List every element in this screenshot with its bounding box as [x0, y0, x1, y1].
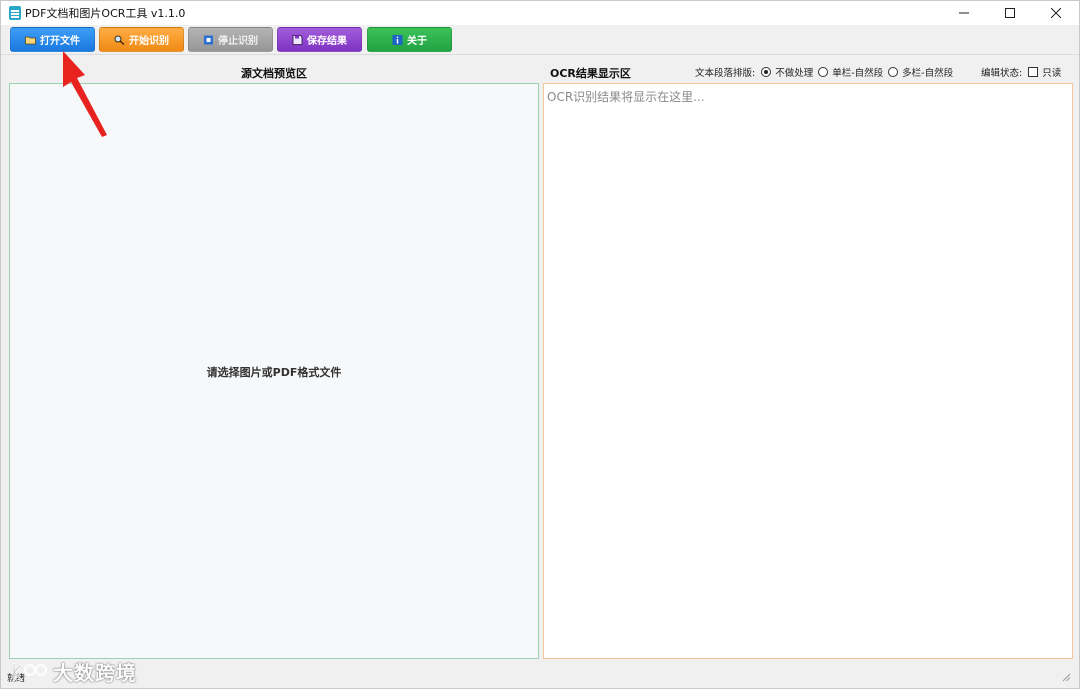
maximize-icon: [1005, 8, 1015, 18]
toolbar: 打开文件 开始识别 停止识别 保存结果 关于: [1, 25, 1079, 55]
folder-icon: [25, 36, 36, 44]
save-result-label: 保存结果: [307, 36, 347, 47]
layout-label: 文本段落排版:: [695, 68, 756, 79]
stop-recognition-label: 停止识别: [218, 36, 258, 47]
layout-radio-multi[interactable]: 多栏-自然段: [888, 65, 953, 79]
annotation-arrow-icon: [63, 51, 107, 137]
layout-options: 文本段落排版: 不做处理 单栏-自然段 多栏-自然段: [695, 65, 958, 79]
open-file-label: 打开文件: [40, 36, 80, 47]
about-label: 关于: [407, 36, 427, 47]
readonly-label[interactable]: 只读: [1042, 65, 1061, 79]
maximize-button[interactable]: [987, 1, 1033, 25]
magnifier-icon: [114, 35, 125, 45]
resize-grip-icon[interactable]: [1061, 672, 1071, 682]
radio-icon: [888, 67, 899, 77]
start-recognition-label: 开始识别: [129, 36, 169, 47]
layout-radio-single[interactable]: 单栏-自然段: [818, 65, 883, 79]
radio-selected-icon: [761, 67, 772, 77]
minimize-icon: [959, 12, 969, 14]
watermark: 大数跨境: [11, 657, 137, 686]
info-icon: [392, 34, 403, 45]
stop-recognition-button[interactable]: 停止识别: [188, 27, 273, 52]
save-icon: [292, 34, 303, 45]
save-result-button[interactable]: 保存结果: [277, 27, 362, 52]
status-bar: 就绪: [1, 664, 1079, 688]
app-window: PDF文档和图片OCR工具 v1.1.0 打开文件 开始识别 停止识别 保存结果…: [0, 0, 1080, 689]
window-title: PDF文档和图片OCR工具 v1.1.0: [25, 7, 186, 20]
layout-option-label: 不做处理: [775, 68, 814, 79]
minimize-button[interactable]: [941, 1, 987, 25]
ocr-result-textarea[interactable]: [547, 88, 1067, 648]
app-icon: [9, 6, 21, 20]
edit-state: 编辑状态: 只读: [981, 65, 1061, 79]
layout-radio-none[interactable]: 不做处理: [761, 65, 813, 79]
radio-icon: [818, 67, 829, 77]
preview-placeholder: 请选择图片或PDF格式文件: [206, 366, 342, 379]
about-button[interactable]: 关于: [367, 27, 452, 52]
readonly-checkbox[interactable]: [1028, 67, 1039, 77]
window-controls: [941, 1, 1079, 25]
layout-option-label: 单栏-自然段: [832, 68, 884, 79]
source-preview-panel[interactable]: 请选择图片或PDF格式文件: [9, 83, 539, 659]
watermark-logo-icon: [12, 662, 48, 681]
close-icon: [1051, 8, 1061, 18]
watermark-text: 大数跨境: [53, 661, 137, 685]
layout-option-label: 多栏-自然段: [902, 68, 954, 79]
close-button[interactable]: [1033, 1, 1079, 25]
ocr-result-panel: [543, 83, 1073, 659]
edit-state-label: 编辑状态:: [981, 68, 1023, 79]
stop-icon: [204, 35, 213, 44]
title-bar: PDF文档和图片OCR工具 v1.1.0: [1, 1, 1079, 25]
ocr-result-header: OCR结果显示区: [550, 67, 631, 80]
